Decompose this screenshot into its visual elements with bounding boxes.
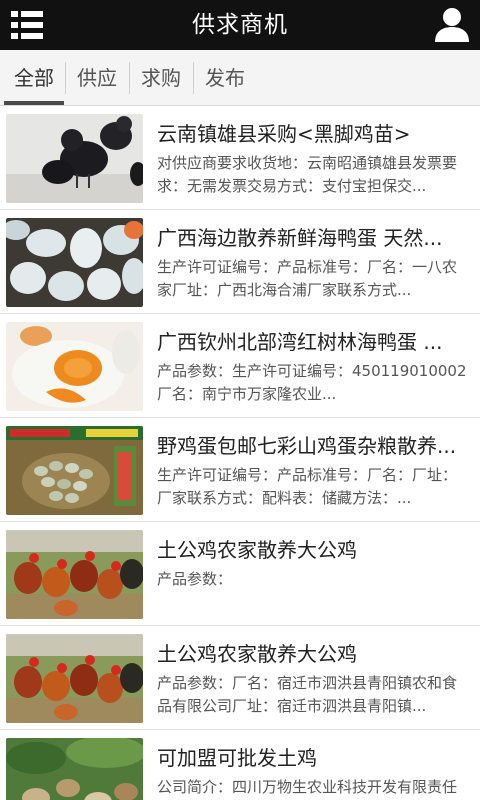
list-item[interactable]: 土公鸡农家散养大公鸡 产品参数：	[0, 522, 480, 626]
item-description: 生产许可证编号：产品标准号：厂名：厂址：厂家联系方式：配料表：储藏方法：...	[157, 466, 458, 507]
item-description: 公司简介：四川万物生农业科技开发有限责任公司成立于2011年，是一家致力于中国.…	[157, 778, 458, 796]
item-title: 广西钦州北部湾红树林海鸭蛋 ...	[157, 330, 443, 354]
item-title: 可加盟可批发土鸡	[157, 746, 317, 770]
item-description: 对供应商要求收货地：云南昭通镇雄县发票要求：无需发票交易方式：支付宝担保交...	[157, 154, 458, 195]
tab-divider	[129, 62, 130, 94]
item-title: 云南镇雄县采购<黑脚鸡苗>	[157, 122, 411, 146]
user-button[interactable]	[432, 5, 472, 45]
item-description: 产品参数：	[157, 570, 233, 588]
listing-list: 云南镇雄县采购<黑脚鸡苗> 对供应商要求收货地：云南昭通镇雄县发票要求：无需发票…	[0, 106, 480, 800]
roosters-photo	[6, 530, 143, 619]
free-range-chickens-photo	[6, 738, 143, 800]
list-item[interactable]: 广西海边散养新鲜海鸭蛋 天然... 生产许可证编号：产品标准号：厂名：一八农家厂…	[0, 210, 480, 314]
pheasant-eggs-photo	[6, 426, 143, 515]
item-description: 产品参数：生产许可证编号：450119010002厂名：南宁市万家隆农业...	[157, 362, 467, 403]
item-title: 土公鸡农家散养大公鸡	[157, 538, 357, 562]
page-title: 供求商机	[192, 12, 288, 38]
list-item[interactable]: 云南镇雄县采购<黑脚鸡苗> 对供应商要求收货地：云南昭通镇雄县发票要求：无需发票…	[0, 106, 480, 210]
top-bar: 供求商机	[0, 0, 480, 50]
duck-eggs-photo	[6, 218, 143, 307]
tab-all[interactable]: 全部	[4, 50, 64, 106]
item-title: 土公鸡农家散养大公鸡	[157, 642, 357, 666]
item-description: 生产许可证编号：产品标准号：厂名：一八农家厂址：广西北海合浦厂家联系方式...	[157, 258, 458, 299]
item-description: 产品参数：厂名：宿迁市泗洪县青阳镇农和食品有限公司厂址：宿迁市泗洪县青阳镇...	[157, 674, 458, 715]
black-chicks-photo	[6, 114, 143, 203]
salted-egg-photo	[6, 322, 143, 411]
item-title: 广西海边散养新鲜海鸭蛋 天然...	[157, 226, 443, 250]
active-tab-indicator	[4, 101, 64, 105]
tab-publish[interactable]: 发布	[194, 50, 256, 106]
tab-purchase[interactable]: 求购	[130, 50, 192, 106]
roosters-photo	[6, 634, 143, 723]
list-item[interactable]: 可加盟可批发土鸡 公司简介：四川万物生农业科技开发有限责任公司成立于2011年，…	[0, 730, 480, 800]
user-icon	[435, 8, 469, 42]
tab-supply[interactable]: 供应	[66, 50, 128, 106]
item-title: 野鸡蛋包邮七彩山鸡蛋杂粮散养...	[157, 434, 457, 458]
list-item[interactable]: 野鸡蛋包邮七彩山鸡蛋杂粮散养... 生产许可证编号：产品标准号：厂名：厂址：厂家…	[0, 418, 480, 522]
tab-bar: 全部 供应 求购 发布	[0, 50, 480, 106]
tab-divider	[193, 62, 194, 94]
list-item[interactable]: 土公鸡农家散养大公鸡 产品参数：厂名：宿迁市泗洪县青阳镇农和食品有限公司厂址：宿…	[0, 626, 480, 730]
tab-divider	[65, 62, 66, 94]
list-item[interactable]: 广西钦州北部湾红树林海鸭蛋 ... 产品参数：生产许可证编号：450119010…	[0, 314, 480, 418]
